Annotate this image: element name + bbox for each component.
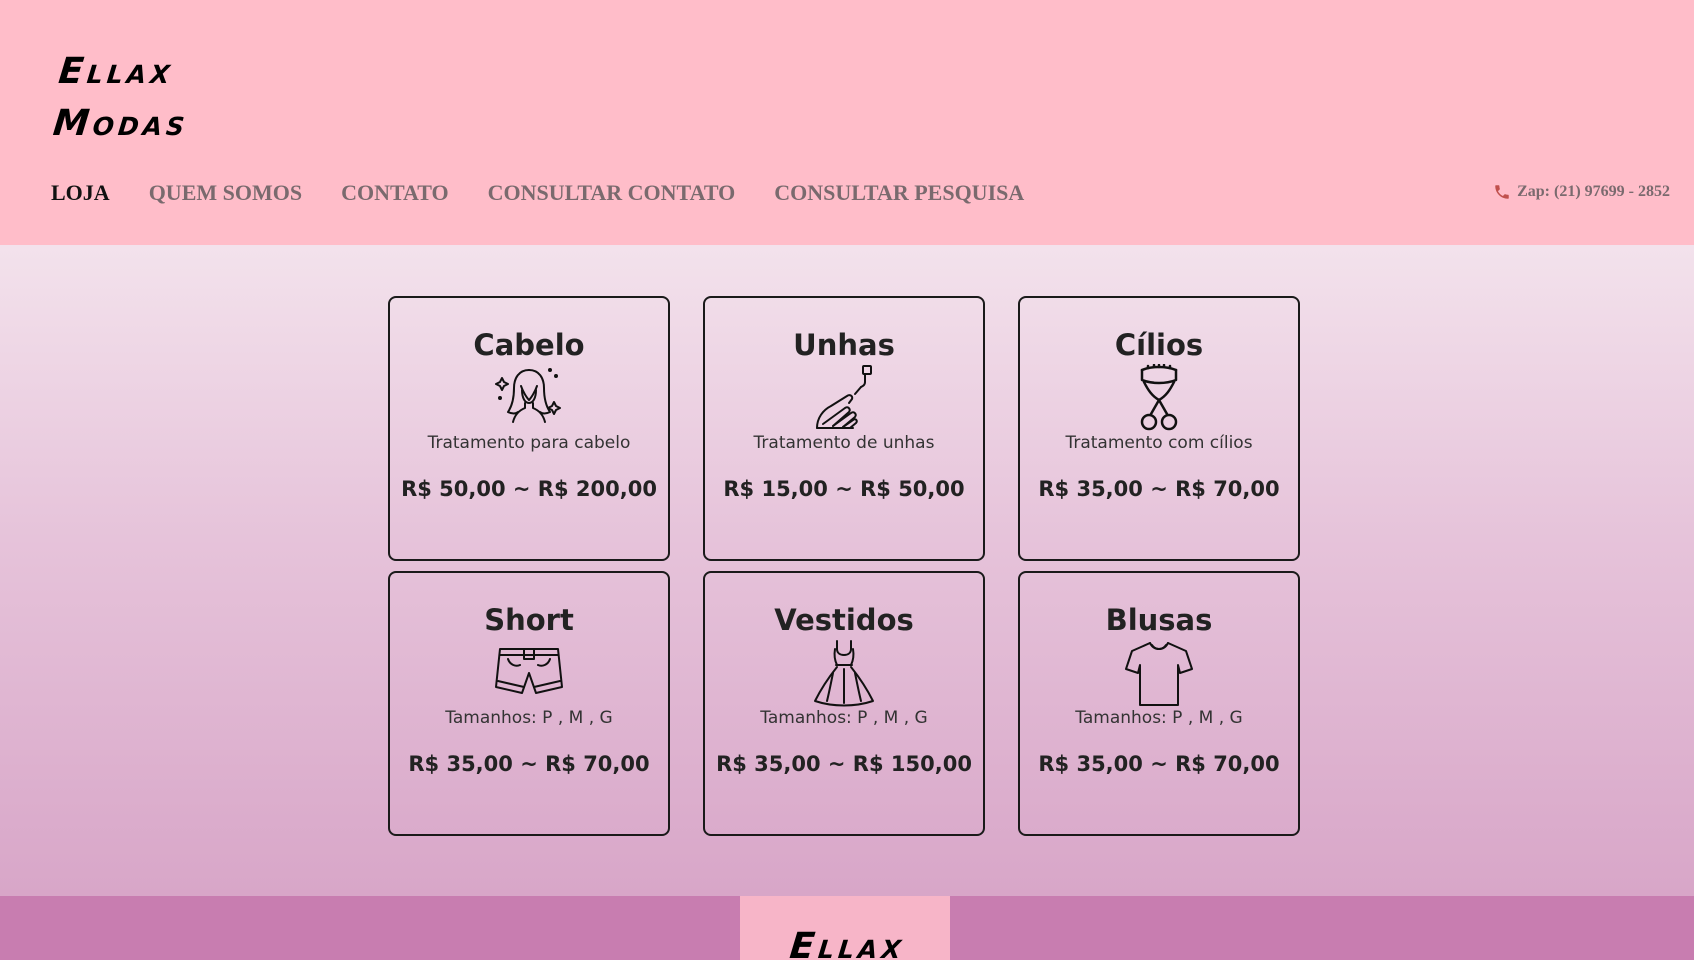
product-grid: Cabelo Tratamento para cabelo R$ 50,00 ~…: [388, 296, 1303, 836]
card-description: Tratamento de unhas: [753, 433, 935, 453]
card-title: Short: [484, 603, 574, 637]
dress-icon: [809, 639, 879, 707]
nav-item-quem-somos[interactable]: QUEM SOMOS: [149, 180, 302, 206]
card-price: R$ 35,00 ~ R$ 70,00: [1038, 752, 1280, 776]
product-card-unhas[interactable]: Unhas Tratamento de unhas R$ 15,00 ~ R$ …: [703, 296, 985, 561]
card-title: Vestidos: [774, 603, 914, 637]
nav-item-consultar-pesquisa[interactable]: CONSULTAR PESQUISA: [774, 180, 1024, 206]
card-description: Tamanhos: P , M , G: [760, 708, 928, 728]
hair-woman-icon: [494, 364, 564, 432]
product-card-cabelo[interactable]: Cabelo Tratamento para cabelo R$ 50,00 ~…: [388, 296, 670, 561]
brand-logo[interactable]: Ellax Modas: [51, 46, 252, 150]
phone-text: Zap: (21) 97699 - 2852: [1517, 183, 1670, 200]
card-price: R$ 50,00 ~ R$ 200,00: [401, 477, 657, 501]
footer-brand-logo[interactable]: Ellax: [788, 926, 907, 960]
product-card-blusas[interactable]: Blusas Tamanhos: P , M , G R$ 35,00 ~ R$…: [1018, 571, 1300, 836]
nav-item-loja[interactable]: LOJA: [51, 180, 110, 206]
footer-logo-box: Ellax: [740, 896, 950, 960]
card-description: Tratamento para cabelo: [427, 433, 631, 453]
card-title: Unhas: [793, 328, 895, 362]
product-card-vestidos[interactable]: Vestidos Tamanhos: P , M , G R$ 35,00 ~ …: [703, 571, 985, 836]
main-nav: LOJA QUEM SOMOS CONTATO CONSULTAR CONTAT…: [51, 178, 1063, 208]
card-price: R$ 35,00 ~ R$ 70,00: [1038, 477, 1280, 501]
eyelash-curler-icon: [1124, 363, 1194, 432]
nail-polish-icon: [809, 364, 879, 432]
card-title: Blusas: [1105, 603, 1213, 637]
product-card-cilios[interactable]: Cílios Tratamento com cílios R$ 35,00 ~ …: [1018, 296, 1300, 561]
card-description: Tamanhos: P , M , G: [1075, 708, 1243, 728]
card-title: Cabelo: [473, 328, 585, 362]
phone-contact[interactable]: Zap: (21) 97699 - 2852: [1493, 183, 1670, 201]
shorts-icon: [494, 639, 564, 707]
card-title: Cílios: [1114, 328, 1204, 362]
card-price: R$ 15,00 ~ R$ 50,00: [723, 477, 965, 501]
card-price: R$ 35,00 ~ R$ 150,00: [716, 752, 972, 776]
card-description: Tratamento com cílios: [1065, 433, 1253, 453]
product-section: Cabelo Tratamento para cabelo R$ 50,00 ~…: [0, 245, 1694, 896]
site-header: Ellax Modas LOJA QUEM SOMOS CONTATO CONS…: [0, 0, 1694, 245]
nav-item-contato[interactable]: CONTATO: [341, 180, 449, 206]
product-card-short[interactable]: Short Tamanhos: P , M , G R$ 35,00 ~ R$ …: [388, 571, 670, 836]
brand-logo-line2: Modas: [51, 103, 191, 144]
card-description: Tamanhos: P , M , G: [445, 708, 613, 728]
site-footer: Ellax: [0, 896, 1694, 960]
tshirt-icon: [1124, 639, 1194, 707]
nav-item-consultar-contato[interactable]: CONSULTAR CONTATO: [488, 180, 736, 206]
card-price: R$ 35,00 ~ R$ 70,00: [408, 752, 650, 776]
brand-logo-line1: Ellax: [56, 51, 177, 92]
phone-icon: [1495, 185, 1509, 199]
